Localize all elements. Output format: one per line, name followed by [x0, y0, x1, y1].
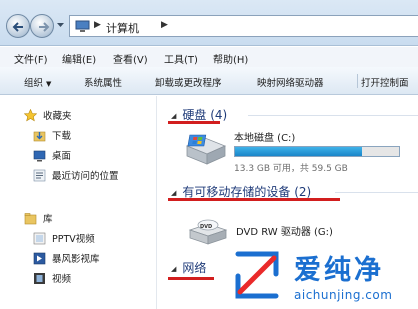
hard-disk-icon: [185, 134, 227, 165]
nav-downloads[interactable]: 下载: [33, 126, 71, 144]
collapse-triangle-icon[interactable]: ◢: [171, 265, 176, 273]
nav-favorites[interactable]: 收藏夹: [24, 106, 72, 124]
watermark-text: 爱纯净: [294, 255, 384, 286]
nav-label: 视频: [52, 274, 72, 285]
system-properties-button[interactable]: 系统属性: [84, 75, 122, 89]
back-arrow-icon: [12, 22, 23, 32]
group-divider: [335, 192, 418, 193]
nav-label: 下载: [52, 131, 72, 142]
drive-c-name[interactable]: 本地磁盘 (C:): [234, 129, 295, 144]
nav-libraries[interactable]: 库: [24, 209, 53, 227]
organize-label: 组织: [24, 78, 44, 89]
toolbar-divider: [357, 74, 358, 88]
dvd-drive-icon: DVD: [188, 219, 228, 245]
uninstall-program-button[interactable]: 卸载或更改程序: [155, 75, 222, 89]
organize-button[interactable]: 组织 ▼: [24, 75, 51, 89]
group-title: 网络: [182, 261, 207, 275]
video-library-icon: [33, 252, 46, 264]
nav-label: PPTV视频: [52, 234, 95, 245]
download-folder-icon: [33, 131, 46, 141]
menu-help[interactable]: 帮助(H): [213, 51, 248, 66]
menu-view[interactable]: 查看(V): [113, 51, 148, 66]
nav-label: 最近访问的位置: [52, 171, 119, 182]
nav-recent-places[interactable]: 最近访问的位置: [33, 166, 119, 184]
svg-text:DVD: DVD: [200, 224, 212, 230]
group-title: 有可移动存储的设备 (2): [182, 185, 312, 199]
capacity-fill: [235, 147, 363, 156]
film-icon: [34, 272, 45, 284]
address-bar: ▶ 计算机 ▶: [0, 0, 418, 46]
nav-label: 收藏夹: [43, 111, 72, 122]
watermark-logo-icon: [228, 246, 286, 304]
nav-pptv-video[interactable]: PPTV视频: [33, 229, 95, 247]
dvd-drive-name[interactable]: DVD RW 驱动器 (G:): [236, 223, 333, 238]
menu-bar: 文件(F) 编辑(E) 查看(V) 工具(T) 帮助(H): [0, 47, 418, 67]
drive-c-free-space: 13.3 GB 可用，共 59.5 GB: [234, 164, 348, 174]
open-control-panel-button[interactable]: 打开控制面: [361, 75, 409, 89]
navigation-pane: 收藏夹 下载 桌面 最近访问的位置 库 PPTV视频 暴风影视库 视频: [0, 96, 157, 309]
menu-tools[interactable]: 工具(T): [164, 51, 198, 66]
annotation-underline: [168, 198, 340, 201]
breadcrumb-separator[interactable]: ▶: [161, 20, 168, 30]
back-button[interactable]: [6, 14, 30, 38]
nav-label: 暴风影视库: [52, 254, 100, 265]
forward-button[interactable]: [30, 14, 54, 38]
map-network-drive-button[interactable]: 映射网络驱动器: [257, 75, 324, 89]
group-network[interactable]: ◢ 网络: [171, 259, 206, 276]
computer-icon: [75, 20, 90, 32]
star-icon: [24, 108, 37, 121]
watermark: 爱纯净 aichunjing.com: [226, 244, 418, 309]
collapse-triangle-icon[interactable]: ◢: [171, 112, 176, 120]
annotation-underline: [168, 121, 220, 124]
annotation-underline: [168, 277, 214, 280]
watermark-url: aichunjing.com: [294, 288, 393, 302]
menu-edit[interactable]: 编辑(E): [62, 51, 96, 66]
nav-baofeng-library[interactable]: 暴风影视库: [33, 249, 100, 267]
library-folder-icon: [24, 212, 37, 224]
breadcrumb-separator[interactable]: ▶: [94, 20, 101, 30]
command-bar: 组织 ▼ 系统属性 卸载或更改程序 映射网络驱动器 打开控制面: [0, 67, 418, 95]
recent-places-icon: [33, 169, 46, 181]
group-divider: [248, 115, 418, 116]
chevron-down-icon: ▼: [46, 80, 52, 88]
group-title: 硬盘 (4): [182, 108, 228, 122]
nav-desktop[interactable]: 桌面: [33, 146, 71, 164]
menu-file[interactable]: 文件(F): [14, 51, 48, 66]
video-library-icon: [33, 232, 46, 244]
drive-c-capacity-bar: [234, 146, 400, 157]
nav-label: 库: [43, 214, 53, 225]
breadcrumb-computer[interactable]: 计算机: [106, 20, 139, 36]
collapse-triangle-icon[interactable]: ◢: [171, 189, 176, 197]
nav-label: 桌面: [52, 151, 72, 162]
desktop-icon: [33, 150, 46, 161]
forward-arrow-icon: [39, 22, 50, 32]
recent-pages-dropdown-icon[interactable]: [56, 20, 65, 29]
nav-videos[interactable]: 视频: [33, 269, 71, 287]
address-field[interactable]: ▶ 计算机 ▶: [69, 15, 418, 37]
